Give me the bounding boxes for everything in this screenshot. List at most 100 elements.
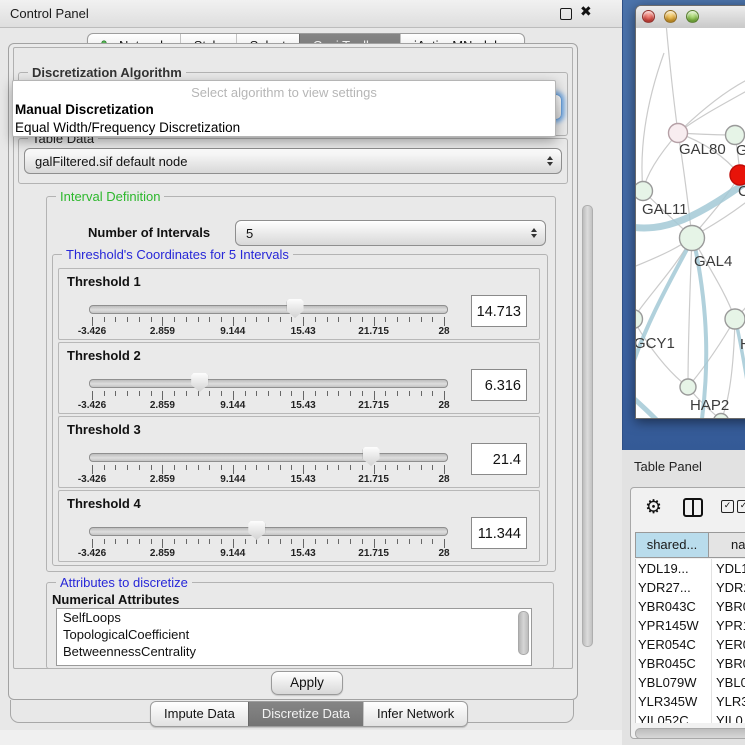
table-row[interactable]: YDR27...YDR2... [636,578,745,597]
table-row[interactable]: YIL052CYIL0... [636,711,745,723]
slider-tick [104,317,105,322]
slider-tick [280,391,281,396]
network-node-red[interactable] [730,165,745,185]
network-node-green[interactable] [714,414,729,419]
slider-track[interactable] [89,379,448,388]
close-icon[interactable]: ✖ [580,4,592,20]
slider-tick [397,317,398,322]
slider-thumb[interactable] [248,521,265,540]
slider-tick [162,539,163,548]
network-node-green[interactable] [636,182,653,201]
checkbox-checked-icon[interactable]: ✓ [721,500,734,513]
slider-tick [350,317,351,322]
checkbox-checked-icon[interactable]: ✓ [737,500,745,513]
slider-tick-label: 2.859 [132,548,192,559]
slider-tick [280,465,281,470]
table-row[interactable]: YER054CYER0... [636,635,745,654]
slider-tick [303,539,304,548]
close-light-icon[interactable] [642,10,655,23]
zoom-light-icon[interactable] [686,10,699,23]
network-edge [636,319,688,387]
slider-tick [268,317,269,322]
table-row[interactable]: YBR043CYBR0... [636,597,745,616]
column-header-shared-name[interactable]: shared... [635,532,709,558]
slider-tick [174,539,175,544]
column-header-name[interactable]: na... [708,532,745,558]
slider-thumb[interactable] [191,373,208,392]
popup-item-equal-width-frequency-discretization[interactable]: Equal Width/Frequency Discretization [13,119,555,137]
slider-tick [280,539,281,544]
network-canvas[interactable]: GAL80GACGAL11GAL4GCY1HHAP2 [636,28,745,418]
network-node-green[interactable] [636,310,643,329]
slider-tick [350,391,351,396]
cell-name: YLR3... [711,692,745,711]
slider-tick [139,539,140,544]
slider-tick-label: 21.715 [344,548,404,559]
slider-tick [350,465,351,470]
slider-tick [362,465,363,470]
attribute-item-selfloops[interactable]: SelfLoops [57,609,531,626]
number-of-intervals-combobox[interactable]: 5 [235,220,546,246]
slider-thumb[interactable] [287,299,304,318]
table-row[interactable]: YBR045CYBR0... [636,654,745,673]
slider-tick [186,317,187,322]
slider-tick [115,465,116,470]
network-window-titlebar[interactable] [636,6,745,29]
slider-tick-label: 9.144 [203,326,263,337]
cell-shared-name: YBR045C [636,654,711,673]
slider-thumb[interactable] [363,447,380,466]
table-data-combobox[interactable]: galFiltered.sif default node [24,148,562,174]
slider-tick [198,465,199,470]
float-icon[interactable] [560,8,572,20]
table-row[interactable]: YBL079WYBL0... [636,673,745,692]
slider-tick [338,317,339,322]
slider-tick [162,391,163,400]
network-edge-highlighted [636,240,692,378]
list-scrollbar[interactable] [518,611,529,655]
threshold-value-field[interactable]: 14.713 [471,295,527,327]
interval-definition-title: Interval Definition [56,189,164,204]
slider-tick-label: 15.43 [273,400,333,411]
columns-icon[interactable] [683,498,703,517]
slider-tick [421,317,422,322]
tab-discretize-data[interactable]: Discretize Data [248,702,363,726]
network-edge [688,319,735,387]
threshold-value-field[interactable]: 11.344 [471,517,527,549]
up-down-arrows-icon [547,149,553,173]
network-node-green[interactable] [725,309,745,329]
slider-tick [151,317,152,322]
tab-infer-network[interactable]: Infer Network [363,702,467,726]
attribute-item-topologicalcoefficient[interactable]: TopologicalCoefficient [57,626,531,643]
minimize-light-icon[interactable] [664,10,677,23]
slider-tick [327,317,328,322]
table-row[interactable]: YPR145WYPR1... [636,616,745,635]
apply-button[interactable]: Apply [271,671,343,695]
slider-track[interactable] [89,453,448,462]
network-node-pink[interactable] [669,124,688,143]
slider-tick [104,465,105,470]
attribute-item-betweennesscentrality[interactable]: BetweennessCentrality [57,643,531,660]
slider-tick [174,391,175,396]
slider-tick [421,539,422,544]
slider-tick [409,465,410,470]
slider-tick [268,539,269,544]
gear-icon[interactable]: ⚙ [645,498,662,516]
slider-tick [315,317,316,322]
network-node-green[interactable] [680,226,705,251]
threshold-value-field[interactable]: 6.316 [471,369,527,401]
slider-track[interactable] [89,527,448,536]
table-row[interactable]: YLR345WYLR3... [636,692,745,711]
thresholds-group-title: Threshold's Coordinates for 5 Intervals [62,247,293,262]
slider-track[interactable] [89,305,448,314]
slider-tick [338,465,339,470]
panel-scrollbar[interactable] [582,205,593,647]
numerical-attributes-list[interactable]: SelfLoopsTopologicalCoefficientBetweenne… [56,608,532,666]
table-row[interactable]: YDL19...YDL1... [636,559,745,578]
network-edge [688,237,692,387]
table-horizontal-scrollbar[interactable] [635,728,745,739]
network-node-green[interactable] [680,379,696,395]
tab-impute-data[interactable]: Impute Data [151,702,248,726]
attributes-group-title: Attributes to discretize [56,575,192,590]
threshold-value-field[interactable]: 21.4 [471,443,527,475]
popup-item-manual-discretization[interactable]: Manual Discretization [13,101,555,119]
